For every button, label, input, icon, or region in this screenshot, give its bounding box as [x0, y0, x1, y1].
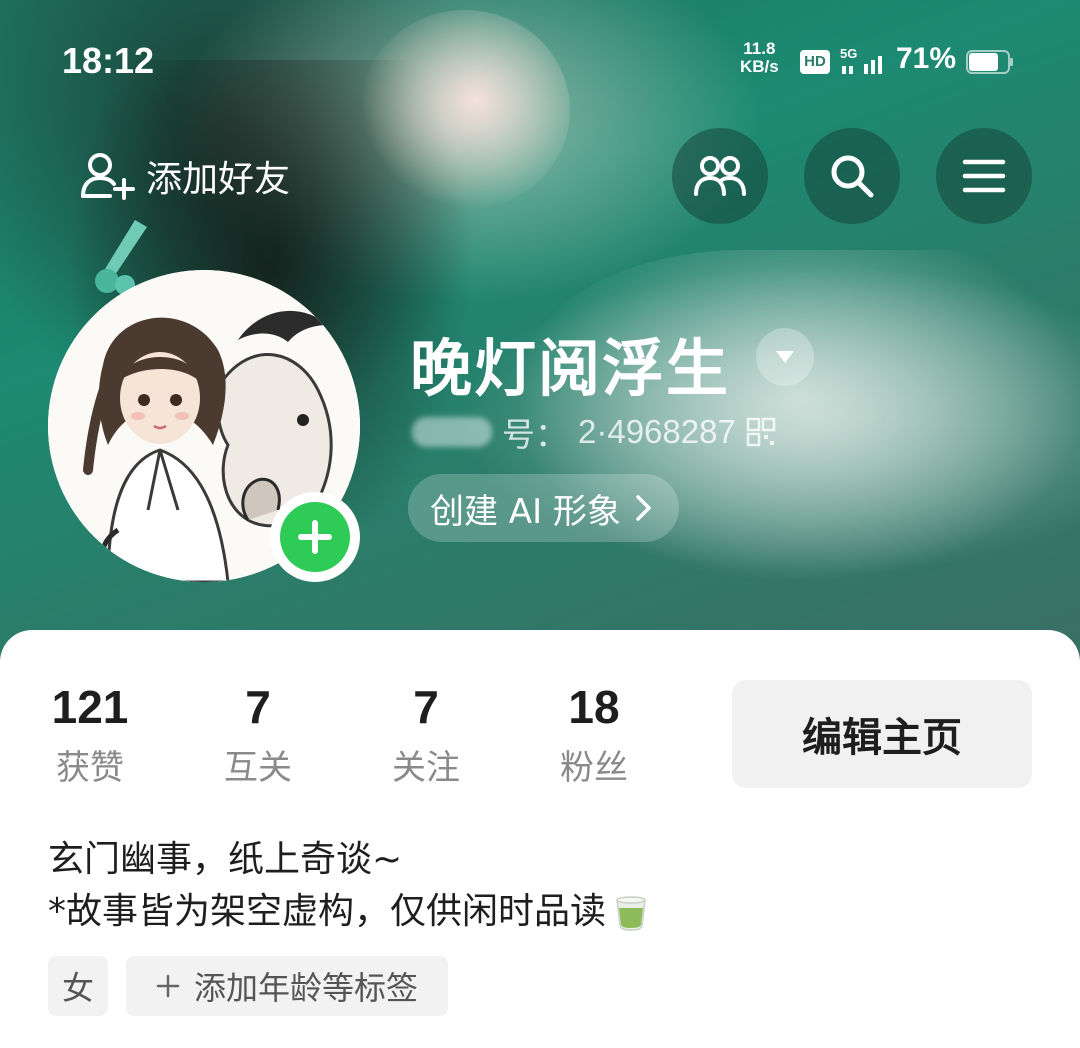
plus-small-icon: [156, 974, 180, 998]
add-tags-button[interactable]: 添加年龄等标签: [126, 956, 448, 1016]
signal-5g-icon: 5G: [840, 46, 882, 74]
stat-likes-label: 获赞: [56, 748, 124, 788]
stat-following-label: 关注: [392, 748, 460, 788]
user-id-value: 2·4968287: [578, 413, 736, 450]
user-id-row[interactable]: 号： 2·4968287: [412, 408, 776, 456]
stat-likes[interactable]: 121 获赞: [30, 680, 150, 789]
blurred-id-prefix: [412, 417, 492, 447]
profile-bio: 玄门幽事，纸上奇谈~ *故事皆为架空虚构，仅供闲时品读: [48, 834, 650, 938]
menu-icon: [962, 159, 1006, 193]
chevron-right-icon: [636, 495, 651, 521]
stat-mutual-value: 7: [245, 681, 271, 733]
stat-mutual[interactable]: 7 互关: [198, 680, 318, 789]
create-ai-label: 创建 AI 形象: [430, 491, 621, 532]
tea-cup-icon: [616, 896, 646, 931]
menu-button[interactable]: [936, 128, 1032, 224]
status-time: 18:12: [62, 40, 155, 81]
network-speed: 11.8 KB/s: [740, 40, 779, 76]
bio-line-1: 玄门幽事，纸上奇谈~: [48, 839, 403, 880]
network-type-label: 5G: [840, 46, 857, 61]
stat-followers[interactable]: 18 粉丝: [534, 680, 654, 789]
bio-line-2-text: *故事皆为架空虚构，仅供闲时品读: [48, 891, 607, 932]
bio-line-2: *故事皆为架空虚构，仅供闲时品读: [48, 886, 650, 938]
stat-followers-value: 18: [568, 681, 620, 733]
battery-icon: [966, 50, 1013, 74]
stat-following-value: 7: [413, 681, 439, 733]
caret-down-icon: [776, 351, 794, 363]
tag-gender[interactable]: 女: [48, 956, 108, 1016]
add-friend-button[interactable]: 添加好友: [80, 150, 290, 202]
search-button[interactable]: [804, 128, 900, 224]
profile-info-card: 121 获赞 7 互关 7 关注 18 粉丝 编辑主页 玄门幽事，纸上奇谈~ *…: [0, 630, 1080, 1048]
network-speed-unit: KB/s: [740, 57, 779, 76]
stat-followers-label: 粉丝: [560, 748, 628, 788]
status-bar: 18:12 11.8 KB/s HD 5G 71%: [0, 38, 1080, 88]
stat-following[interactable]: 7 关注: [366, 680, 486, 789]
qr-code-icon[interactable]: [746, 417, 776, 447]
user-id-label: 号：: [502, 416, 568, 453]
add-tags-label: 添加年龄等标签: [193, 969, 418, 1007]
add-friend-label: 添加好友: [146, 159, 291, 200]
account-switch-button[interactable]: [756, 328, 814, 386]
stat-likes-value: 121: [51, 681, 129, 733]
plus-icon: [298, 520, 332, 554]
add-story-circle: [280, 502, 350, 572]
hd-badge: HD: [800, 50, 830, 74]
add-story-button[interactable]: [270, 492, 360, 582]
username[interactable]: 晚灯阅浮生: [410, 318, 730, 408]
add-friend-icon: [81, 153, 135, 200]
stat-mutual-label: 互关: [224, 748, 292, 788]
network-speed-value: 11.8: [743, 39, 776, 58]
edit-profile-button[interactable]: 编辑主页: [732, 680, 1032, 788]
battery-percent: 71%: [896, 42, 957, 75]
search-icon: [831, 155, 874, 198]
friends-button[interactable]: [672, 128, 768, 224]
friends-icon: [694, 156, 746, 196]
create-ai-avatar-button[interactable]: 创建 AI 形象: [408, 474, 679, 542]
